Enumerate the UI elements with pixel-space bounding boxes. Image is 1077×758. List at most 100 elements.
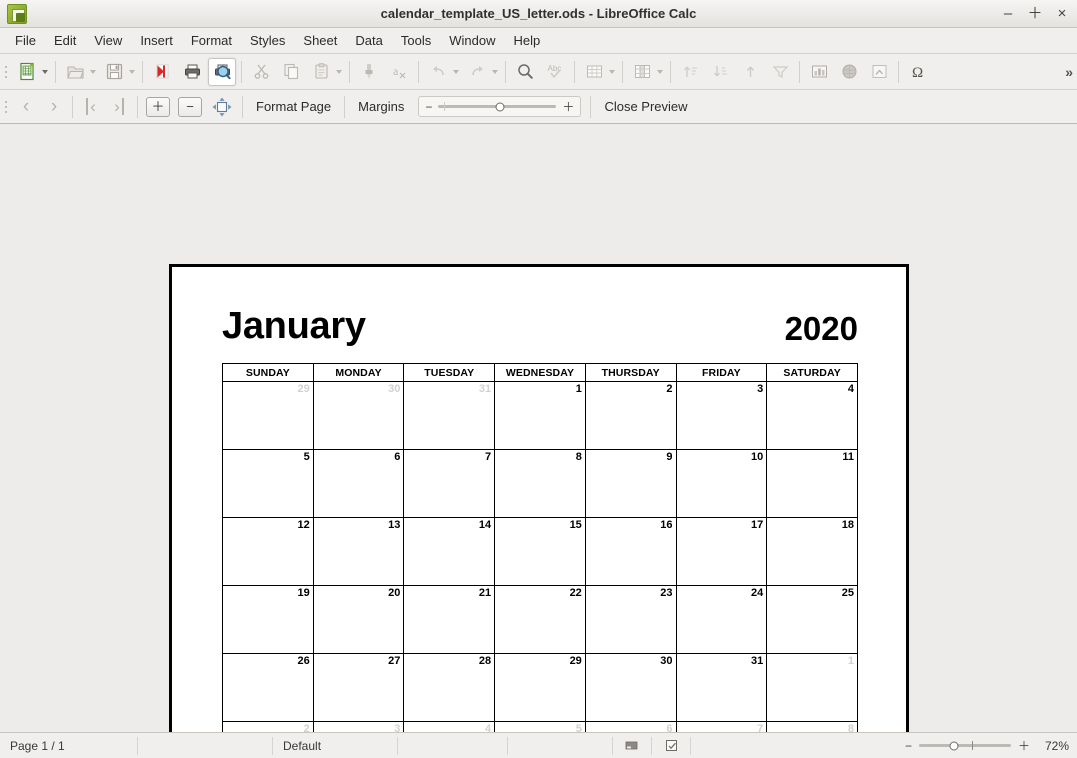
column-dropdown-chevron-down-icon[interactable] xyxy=(657,69,663,74)
special-character-button[interactable]: Ω xyxy=(904,58,932,86)
calendar-day-cell[interactable]: 5 xyxy=(494,721,586,732)
new-document-dropdown-chevron-down-icon[interactable] xyxy=(42,69,48,74)
cut-button[interactable] xyxy=(247,58,275,86)
calendar-day-cell[interactable]: 3 xyxy=(312,721,405,732)
calendar-day-cell[interactable]: 11 xyxy=(766,449,858,518)
sort-button[interactable] xyxy=(736,58,764,86)
preview-toolbar-drag-handle[interactable] xyxy=(2,94,10,120)
calendar-day-cell[interactable]: 3 xyxy=(675,381,768,450)
status-zoom-out-button[interactable]: − xyxy=(905,740,912,752)
calendar-day-cell[interactable]: 22 xyxy=(494,585,586,654)
maximize-button[interactable]: ＋ xyxy=(1028,6,1043,21)
zoom-slider-plus-icon[interactable]: ＋ xyxy=(562,101,574,113)
calendar-day-cell[interactable]: 6 xyxy=(312,449,405,518)
menu-tools[interactable]: Tools xyxy=(392,30,440,51)
redo-button[interactable] xyxy=(463,58,491,86)
menu-view[interactable]: View xyxy=(85,30,131,51)
open-button[interactable] xyxy=(61,58,89,86)
insert-chart-button[interactable] xyxy=(805,58,833,86)
calendar-day-cell[interactable]: 14 xyxy=(403,517,496,586)
menu-styles[interactable]: Styles xyxy=(241,30,294,51)
calendar-day-cell[interactable]: 29 xyxy=(222,381,314,450)
calendar-day-cell[interactable]: 31 xyxy=(403,381,496,450)
menu-file[interactable]: File xyxy=(6,30,45,51)
previous-page-button[interactable]: ‹ xyxy=(13,94,39,120)
calendar-day-cell[interactable]: 29 xyxy=(494,653,586,722)
clone-formatting-button[interactable] xyxy=(355,58,383,86)
menu-sheet[interactable]: Sheet xyxy=(294,30,346,51)
menu-insert[interactable]: Insert xyxy=(131,30,182,51)
save-dropdown-chevron-down-icon[interactable] xyxy=(129,69,135,74)
undo-button[interactable] xyxy=(424,58,452,86)
menu-data[interactable]: Data xyxy=(346,30,391,51)
insert-draw-button[interactable] xyxy=(865,58,893,86)
format-page-button[interactable]: Format Page xyxy=(247,95,340,118)
redo-dropdown-chevron-down-icon[interactable] xyxy=(492,69,498,74)
zoom-slider-handle[interactable] xyxy=(495,102,505,111)
status-page-style[interactable]: Default xyxy=(273,736,398,755)
calendar-day-cell[interactable]: 9 xyxy=(584,449,677,518)
close-button[interactable]: × xyxy=(1055,6,1069,21)
sort-ascending-button[interactable] xyxy=(676,58,704,86)
status-zoom-in-button[interactable]: ＋ xyxy=(1018,740,1030,752)
calendar-day-cell[interactable]: 19 xyxy=(222,585,314,654)
clear-formatting-button[interactable]: a xyxy=(385,58,413,86)
last-page-button[interactable]: › xyxy=(106,94,132,120)
save-button[interactable] xyxy=(100,58,128,86)
calendar-day-cell[interactable]: 21 xyxy=(403,585,496,654)
zoom-slider-minus-icon[interactable]: − xyxy=(425,101,432,113)
calendar-day-cell[interactable]: 18 xyxy=(766,517,858,586)
preview-zoom-slider[interactable]: − ＋ xyxy=(418,96,582,117)
preview-page[interactable]: January 2020 SUNDAY MONDAY TUESDAY WEDNE… xyxy=(169,264,909,732)
print-preview-canvas[interactable]: January 2020 SUNDAY MONDAY TUESDAY WEDNE… xyxy=(0,124,1077,732)
calendar-day-cell[interactable]: 8 xyxy=(766,721,858,732)
paste-button[interactable] xyxy=(307,58,335,86)
calendar-day-cell[interactable]: 15 xyxy=(494,517,586,586)
paste-dropdown-chevron-down-icon[interactable] xyxy=(336,69,342,74)
calendar-day-cell[interactable]: 10 xyxy=(675,449,768,518)
selection-mode-button[interactable] xyxy=(613,736,652,755)
menu-help[interactable]: Help xyxy=(504,30,549,51)
menu-edit[interactable]: Edit xyxy=(45,30,85,51)
margins-button[interactable]: Margins xyxy=(349,95,413,118)
calendar-day-cell[interactable]: 31 xyxy=(675,653,768,722)
document-modified-button[interactable] xyxy=(652,736,691,755)
toolbar-drag-handle[interactable] xyxy=(2,59,10,85)
calendar-day-cell[interactable]: 4 xyxy=(766,381,858,450)
table-button[interactable] xyxy=(580,58,608,86)
calendar-day-cell[interactable]: 24 xyxy=(675,585,768,654)
export-pdf-button[interactable] xyxy=(148,58,176,86)
calendar-day-cell[interactable]: 1 xyxy=(766,653,858,722)
calendar-day-cell[interactable]: 20 xyxy=(312,585,405,654)
calendar-day-cell[interactable]: 2 xyxy=(584,381,677,450)
column-button[interactable] xyxy=(628,58,656,86)
new-document-button[interactable] xyxy=(13,58,41,86)
next-page-button[interactable]: › xyxy=(41,94,67,120)
minimize-button[interactable]: – xyxy=(1001,6,1015,21)
insert-image-button[interactable] xyxy=(835,58,863,86)
calendar-day-cell[interactable]: 8 xyxy=(494,449,586,518)
calendar-day-cell[interactable]: 28 xyxy=(403,653,496,722)
status-zoom-slider[interactable] xyxy=(918,741,1011,750)
open-dropdown-chevron-down-icon[interactable] xyxy=(90,69,96,74)
status-zoom-percent[interactable]: 72% xyxy=(1037,739,1069,753)
autofilter-button[interactable] xyxy=(766,58,794,86)
calendar-day-cell[interactable]: 30 xyxy=(312,381,405,450)
status-zoom-slider-handle[interactable] xyxy=(949,741,959,750)
spelling-button[interactable]: Abc xyxy=(541,58,569,86)
calendar-day-cell[interactable]: 7 xyxy=(403,449,496,518)
calendar-day-cell[interactable]: 16 xyxy=(584,517,677,586)
calendar-day-cell[interactable]: 4 xyxy=(403,721,496,732)
zoom-out-button[interactable]: − xyxy=(178,96,202,117)
calendar-day-cell[interactable]: 27 xyxy=(312,653,405,722)
calendar-day-cell[interactable]: 7 xyxy=(675,721,768,732)
find-replace-button[interactable] xyxy=(511,58,539,86)
calendar-day-cell[interactable]: 26 xyxy=(222,653,314,722)
table-dropdown-chevron-down-icon[interactable] xyxy=(609,69,615,74)
calendar-day-cell[interactable]: 17 xyxy=(675,517,768,586)
print-button[interactable] xyxy=(178,58,206,86)
undo-dropdown-chevron-down-icon[interactable] xyxy=(453,69,459,74)
first-page-button[interactable]: ‹ xyxy=(78,94,104,120)
menu-window[interactable]: Window xyxy=(440,30,504,51)
calendar-day-cell[interactable]: 13 xyxy=(312,517,405,586)
